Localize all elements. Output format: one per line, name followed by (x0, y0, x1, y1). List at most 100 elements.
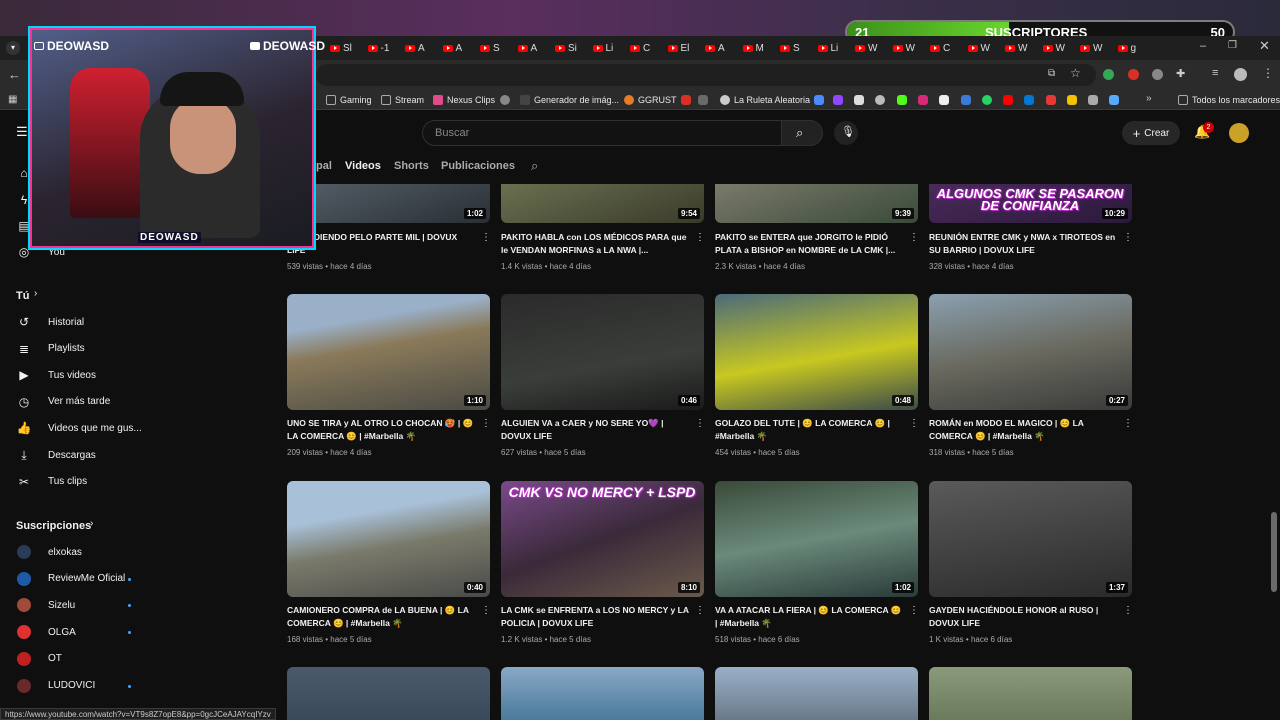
voice-search-button[interactable]: 🎙 (834, 121, 858, 145)
more-actions-icon[interactable]: ⋮ (481, 606, 491, 616)
video-title[interactable]: CAMIONERO COMPRA de LA BUENA | 😊 LA COME… (287, 604, 477, 630)
sidebar-item-playlists[interactable]: ≣ Playlists (0, 336, 160, 362)
restore-icon[interactable]: ❐ (1228, 40, 1237, 51)
extension-icon[interactable] (1152, 69, 1163, 80)
video-thumbnail[interactable]: 1:02 (715, 481, 918, 597)
bookmark-icon[interactable] (681, 95, 691, 105)
video-thumbnail[interactable]: 0:27 (929, 294, 1132, 410)
sidebar-subscription[interactable]: ReviewMe Oficial (0, 566, 160, 592)
video-thumbnail[interactable]: 9:39 (715, 184, 918, 223)
browser-tab[interactable]: El (667, 41, 689, 55)
tab-principal[interactable]: pal (316, 160, 332, 172)
video-thumbnail[interactable] (929, 667, 1132, 720)
x-icon[interactable] (854, 95, 864, 105)
bookmark-gaming[interactable]: Gaming (326, 93, 372, 107)
sidebar-section-tu[interactable]: Tú › (0, 283, 160, 309)
close-icon[interactable]: ✕ (1259, 38, 1270, 54)
browser-tab[interactable]: S (780, 41, 800, 55)
sidebar-item-clips[interactable]: ✂ Tus clips (0, 469, 160, 495)
sidebar-item-history[interactable]: ↺ Historial (0, 309, 160, 335)
browser-tab[interactable]: A (705, 41, 725, 55)
bookmark-icon[interactable] (1046, 95, 1056, 105)
bookmark-icon[interactable] (698, 95, 708, 105)
tiktok-icon[interactable] (939, 95, 949, 105)
browser-tab[interactable]: Si (555, 41, 577, 55)
browser-tab[interactable]: C (630, 41, 650, 55)
browser-tab[interactable]: W (967, 41, 990, 55)
tab-menu-icon[interactable]: ▾ (6, 41, 20, 55)
video-thumbnail[interactable]: CMK VS NO MERCY + LSPD 8:10 (501, 481, 704, 597)
whatsapp-icon[interactable] (982, 95, 992, 105)
sidebar-subscription[interactable]: Sizelu (0, 592, 160, 618)
record-extension-icon[interactable] (1128, 69, 1139, 80)
browser-tab[interactable]: Li (817, 41, 838, 55)
video-thumbnail[interactable] (715, 667, 918, 720)
more-actions-icon[interactable]: ⋮ (909, 606, 919, 616)
bookmark-ggrust[interactable]: GGRUST (624, 93, 677, 107)
browser-menu-icon[interactable]: ⋮ (1262, 66, 1274, 80)
video-thumbnail[interactable]: 1:10 (287, 294, 490, 410)
video-title[interactable]: UNO SE TIRA y AL OTRO LO CHOCAN 🥵 | 😊 LA… (287, 417, 477, 443)
search-button[interactable]: ⌕ (781, 120, 823, 146)
video-title[interactable]: PAKITO se ENTERA que JORGITO le PIDIÓ PL… (715, 231, 905, 257)
more-actions-icon[interactable]: ⋮ (1123, 606, 1133, 616)
create-button[interactable]: + Crear (1122, 121, 1180, 145)
apps-grid-icon[interactable]: ▦ (8, 94, 17, 105)
search-input[interactable]: Buscar (422, 120, 782, 146)
scrollbar-thumb[interactable] (1271, 512, 1277, 592)
tab-publicaciones[interactable]: Publicaciones (441, 160, 515, 172)
video-title[interactable]: PAKITO HABLA con LOS MÉDICOS PARA que le… (501, 231, 691, 257)
bookmark-ruleta[interactable]: La Ruleta Aleatoria (720, 93, 810, 107)
channel-search-icon[interactable]: ⌕ (531, 158, 538, 174)
browser-tab[interactable]: W (1080, 41, 1102, 55)
video-thumbnail[interactable]: ALGUNOS CMK SE PASARON DE CONFIANZA 10:29 (929, 184, 1132, 223)
sidebar-item-downloads[interactable]: ⤓ Descargas (0, 442, 160, 468)
video-title[interactable]: REUNIÓN ENTRE CMK y NWA x TIROTEOS en SU… (929, 231, 1119, 257)
bookmark-icon[interactable] (875, 95, 885, 105)
sidebar-subscription[interactable]: elxokas (0, 539, 160, 565)
extensions-puzzle-icon[interactable]: ✚ (1176, 67, 1185, 80)
media-controls-icon[interactable]: ≡ (1212, 67, 1218, 79)
video-title[interactable]: ALGUIEN VA a CAER y NO SERE YO💜 | DOVUX … (501, 417, 691, 443)
more-actions-icon[interactable]: ⋮ (481, 233, 491, 243)
instagram-icon[interactable] (918, 95, 928, 105)
browser-tab[interactable]: g (1117, 41, 1136, 55)
tab-shorts[interactable]: Shorts (394, 160, 429, 172)
tab-videos[interactable]: Videos (345, 160, 381, 172)
browser-tab[interactable]: S (480, 41, 500, 55)
browser-tab[interactable]: M (742, 41, 764, 55)
bookmark-generator[interactable] (500, 93, 514, 107)
video-thumbnail[interactable]: 1:37 (929, 481, 1132, 597)
browser-tab[interactable]: Li (592, 41, 613, 55)
more-actions-icon[interactable]: ⋮ (1123, 419, 1133, 429)
bookmark-image-generator[interactable]: Generador de imág... (520, 93, 619, 107)
browser-tab[interactable]: W (1042, 41, 1065, 55)
more-actions-icon[interactable]: ⋮ (695, 606, 705, 616)
more-actions-icon[interactable]: ⋮ (909, 419, 919, 429)
more-actions-icon[interactable]: ⋮ (909, 233, 919, 243)
bookmark-icon[interactable] (1088, 95, 1098, 105)
browser-tab[interactable]: Sl (330, 41, 352, 55)
youtube-icon[interactable] (1003, 95, 1013, 105)
cast-icon[interactable]: ⧉ (1048, 68, 1055, 79)
all-bookmarks[interactable]: Todos los marcadores (1178, 93, 1280, 107)
bookmark-icon[interactable] (814, 95, 824, 105)
browser-tab[interactable]: W (1005, 41, 1027, 55)
profile-avatar[interactable] (1234, 68, 1247, 81)
video-title[interactable]: GAYDEN HACIÉNDOLE HONOR al RUSO | DOVUX … (929, 604, 1119, 630)
browser-tab[interactable]: A (442, 41, 462, 55)
bookmark-stream[interactable]: Stream (381, 93, 424, 107)
bookmark-nexus-clips[interactable]: Nexus Clips (433, 93, 495, 107)
video-thumbnail[interactable]: 0:48 (715, 294, 918, 410)
browser-tab[interactable]: A (405, 41, 425, 55)
video-title[interactable]: VA A ATACAR LA FIERA | 😊 LA COMERCA 😊 | … (715, 604, 905, 630)
browser-tab[interactable]: C (930, 41, 950, 55)
outlook-icon[interactable] (1024, 95, 1034, 105)
video-thumbnail[interactable] (501, 667, 704, 720)
bookmark-star-icon[interactable]: ☆ (1070, 66, 1081, 80)
browser-tab[interactable]: W (855, 41, 877, 55)
video-thumbnail[interactable]: 9:54 (501, 184, 704, 223)
bookmark-icon[interactable] (1109, 95, 1119, 105)
bookmark-icon[interactable] (1067, 95, 1077, 105)
video-thumbnail[interactable]: 1:02 (287, 184, 490, 223)
